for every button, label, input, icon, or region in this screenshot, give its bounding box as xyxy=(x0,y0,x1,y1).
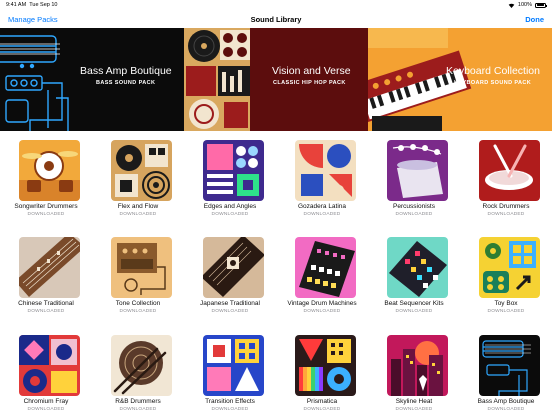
status-bar: 9:41 AM Tue Sep 10 100% xyxy=(0,0,552,11)
turntable-icon xyxy=(111,140,172,201)
prism-icon xyxy=(295,335,356,396)
pack-name: Rock Drummers xyxy=(482,203,530,210)
pack-name: Percussionists xyxy=(393,203,435,210)
pack-status: DOWNLOADED xyxy=(395,212,433,217)
pack-tile[interactable]: Skyline Heat DOWNLOADED xyxy=(368,326,460,414)
banner-keyboard-collection[interactable]: Keyboard Collection KEYBOARD SOUND PACK xyxy=(368,28,552,131)
done-button[interactable]: Done xyxy=(525,15,544,24)
pack-status: DOWNLOADED xyxy=(211,407,249,412)
banner-vision-and-verse[interactable]: Vision and Verse CLASSIC HIP HOP PACK xyxy=(184,28,368,131)
pack-tile[interactable]: Japanese Traditional DOWNLOADED xyxy=(184,228,276,323)
pack-status: DOWNLOADED xyxy=(211,212,249,217)
pack-tile[interactable]: Flex and Flow DOWNLOADED xyxy=(92,131,184,226)
status-right: 100% xyxy=(508,2,547,8)
drumsticks-icon xyxy=(479,140,540,201)
pack-status: DOWNLOADED xyxy=(119,309,157,314)
pack-tile[interactable]: Beat Sequencer Kits DOWNLOADED xyxy=(368,228,460,323)
banner-title: Keyboard Collection xyxy=(446,65,540,77)
pack-status: DOWNLOADED xyxy=(27,212,65,217)
pack-name: Prismatica xyxy=(306,398,338,405)
pack-name: Songwriter Drummers xyxy=(14,203,78,210)
snare-drum-icon xyxy=(111,335,172,396)
pack-tile[interactable]: Percussionists DOWNLOADED xyxy=(368,131,460,226)
pack-name: Beat Sequencer Kits xyxy=(384,300,444,307)
koto-icon xyxy=(203,237,264,298)
navigation-bar: Manage Packs Sound Library Done xyxy=(0,11,552,28)
pack-status: DOWNLOADED xyxy=(487,407,525,412)
pack-status: DOWNLOADED xyxy=(303,407,341,412)
featured-banners: Bass Amp Boutique BASS SOUND PACK Vision… xyxy=(0,28,552,131)
pack-tile[interactable]: Prismatica DOWNLOADED xyxy=(276,326,368,414)
pack-name: Vintage Drum Machines xyxy=(287,300,357,307)
wifi-icon xyxy=(508,3,515,8)
pack-status: DOWNLOADED xyxy=(119,407,157,412)
pack-status: DOWNLOADED xyxy=(27,309,65,314)
bass-guitar-icon xyxy=(479,335,540,396)
guzheng-icon xyxy=(19,237,80,298)
pack-status: DOWNLOADED xyxy=(211,309,249,314)
latin-shapes-icon xyxy=(295,140,356,201)
chromium-shapes-icon xyxy=(19,335,80,396)
pack-status: DOWNLOADED xyxy=(27,407,65,412)
drum-kit-icon xyxy=(19,140,80,201)
pack-tile[interactable]: Toy Box DOWNLOADED xyxy=(460,228,552,323)
banner-subtitle: BASS SOUND PACK xyxy=(96,80,156,86)
pack-status: DOWNLOADED xyxy=(395,407,433,412)
battery-icon xyxy=(535,2,547,8)
drum-pads-icon xyxy=(203,140,264,201)
pack-name: Chromium Fray xyxy=(23,398,69,405)
pack-name: Bass Amp Boutique xyxy=(477,398,535,405)
skyline-icon xyxy=(387,335,448,396)
pack-tile[interactable]: Transition Effects DOWNLOADED xyxy=(184,326,276,414)
pack-status: DOWNLOADED xyxy=(303,212,341,217)
banner-title: Vision and Verse xyxy=(272,65,351,77)
pack-tile[interactable]: Chromium Fray DOWNLOADED xyxy=(0,326,92,414)
pack-tile[interactable]: Chinese Traditional DOWNLOADED xyxy=(0,228,92,323)
drum-machine-icon xyxy=(295,237,356,298)
amp-icon xyxy=(111,237,172,298)
banner-subtitle: KEYBOARD SOUND PACK xyxy=(454,80,532,86)
conga-drum-icon xyxy=(387,140,448,201)
page-title: Sound Library xyxy=(250,15,302,24)
pack-status: DOWNLOADED xyxy=(487,212,525,217)
pack-name: Gozadera Latina xyxy=(297,203,347,210)
status-date: Tue Sep 10 xyxy=(29,2,58,8)
pack-name: R&B Drummers xyxy=(115,398,161,405)
pack-tile[interactable]: Bass Amp Boutique DOWNLOADED xyxy=(460,326,552,414)
pack-name: Chinese Traditional xyxy=(18,300,74,307)
pack-status: DOWNLOADED xyxy=(119,212,157,217)
pack-name: Skyline Heat xyxy=(395,398,433,405)
pack-name: Japanese Traditional xyxy=(200,300,260,307)
pack-tile[interactable]: Gozadera Latina DOWNLOADED xyxy=(276,131,368,226)
pack-tile[interactable]: R&B Drummers DOWNLOADED xyxy=(92,326,184,414)
pack-tile[interactable]: Edges and Angles DOWNLOADED xyxy=(184,131,276,226)
toy-box-icon xyxy=(479,237,540,298)
pack-name: Transition Effects xyxy=(205,398,255,405)
bass-guitar-icon xyxy=(0,35,69,131)
pack-status: DOWNLOADED xyxy=(487,309,525,314)
pack-name: Tone Collection xyxy=(115,300,161,307)
pack-tile[interactable]: Songwriter Drummers DOWNLOADED xyxy=(0,131,92,226)
battery-percent: 100% xyxy=(517,2,532,8)
banner-title: Bass Amp Boutique xyxy=(80,65,172,77)
pack-status: DOWNLOADED xyxy=(395,309,433,314)
sequencer-icon xyxy=(387,237,448,298)
banner-bass-amp-boutique[interactable]: Bass Amp Boutique BASS SOUND PACK xyxy=(0,28,184,131)
pack-tile[interactable]: Rock Drummers DOWNLOADED xyxy=(460,131,552,226)
effects-grid-icon xyxy=(203,335,264,396)
sound-pack-grid: Songwriter Drummers DOWNLOADED Flex and … xyxy=(0,131,552,414)
status-time: 9:41 AM Tue Sep 10 xyxy=(6,2,58,8)
pack-status: DOWNLOADED xyxy=(303,309,341,314)
pack-tile[interactable]: Tone Collection DOWNLOADED xyxy=(92,228,184,323)
pack-name: Toy Box xyxy=(494,300,518,307)
pack-name: Edges and Angles xyxy=(203,203,257,210)
pack-name: Flex and Flow xyxy=(117,203,159,210)
banner-subtitle: CLASSIC HIP HOP PACK xyxy=(273,80,346,86)
pack-tile[interactable]: Vintage Drum Machines DOWNLOADED xyxy=(276,228,368,323)
